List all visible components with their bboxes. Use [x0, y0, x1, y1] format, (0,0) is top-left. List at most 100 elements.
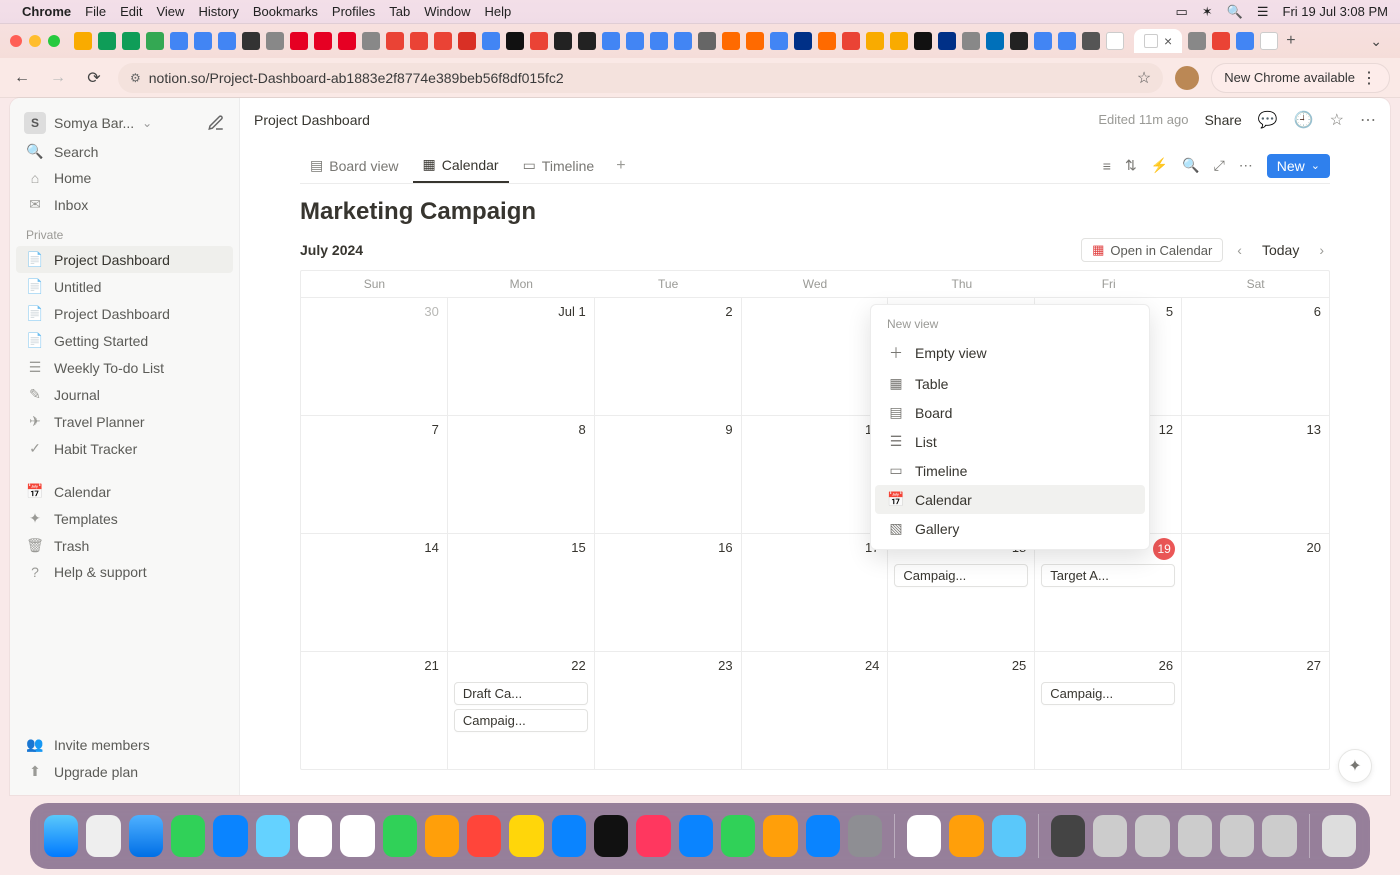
menu-file[interactable]: File: [85, 4, 106, 19]
pinned-tab[interactable]: [890, 32, 908, 50]
pinned-tab[interactable]: [650, 32, 668, 50]
sidebar-item-calendar[interactable]: 📅 Calendar: [16, 478, 233, 505]
breadcrumb[interactable]: Project Dashboard: [254, 112, 370, 128]
new-page-icon[interactable]: [207, 114, 225, 132]
bookmark-star-icon[interactable]: ☆: [1137, 68, 1151, 88]
window-traffic-lights[interactable]: [10, 35, 60, 47]
address-bar[interactable]: ⚙ notion.so/Project-Dashboard-ab1883e2f8…: [118, 63, 1163, 93]
pinned-tab[interactable]: [986, 32, 1004, 50]
sidebar-page-project-dashboard-2[interactable]: 📄 Project Dashboard: [16, 300, 233, 327]
dock-app-numbers[interactable]: [721, 815, 755, 857]
filter-icon[interactable]: ≡: [1103, 158, 1111, 174]
back-button[interactable]: ←: [10, 69, 34, 87]
pinned-tab[interactable]: [962, 32, 980, 50]
dock-app-messages[interactable]: [171, 815, 205, 857]
dock-recent[interactable]: [1093, 815, 1127, 857]
menu-profiles[interactable]: Profiles: [332, 4, 375, 19]
pinned-tab[interactable]: [410, 32, 428, 50]
pinned-tab[interactable]: [1058, 32, 1076, 50]
close-tab-icon[interactable]: ×: [1164, 33, 1172, 49]
pinned-tab[interactable]: [266, 32, 284, 50]
popup-option-calendar[interactable]: 📅Calendar: [875, 485, 1145, 514]
pinned-tab[interactable]: [1010, 32, 1028, 50]
calendar-cell[interactable]: 30: [301, 297, 448, 415]
dock-app-contacts[interactable]: [425, 815, 459, 857]
popup-option-gallery[interactable]: ▧Gallery: [875, 514, 1145, 543]
calendar-cell[interactable]: 24: [742, 651, 889, 769]
more-icon[interactable]: ⋯: [1360, 110, 1376, 130]
chrome-menu-icon[interactable]: ⋮: [1361, 68, 1377, 88]
popup-option-table[interactable]: ▦Table: [875, 369, 1145, 398]
calendar-event[interactable]: Target A...: [1041, 564, 1175, 587]
sidebar-item-search[interactable]: 🔍 Search: [16, 138, 233, 165]
calendar-cell[interactable]: 26Campaig...: [1035, 651, 1182, 769]
dock-recent[interactable]: [1178, 815, 1212, 857]
dock-app-safari[interactable]: [129, 815, 163, 857]
calendar-cell[interactable]: 18Campaig...: [888, 533, 1035, 651]
calendar-cell[interactable]: 10: [742, 415, 889, 533]
sidebar-page-weekly-todo[interactable]: ☰ Weekly To-do List: [16, 354, 233, 381]
pinned-tab[interactable]: [122, 32, 140, 50]
database-title[interactable]: Marketing Campaign: [300, 184, 1330, 234]
workspace-switcher[interactable]: S Somya Bar... ⌄: [16, 108, 233, 138]
calendar-event[interactable]: Draft Ca...: [454, 682, 588, 705]
dock-app-finder[interactable]: [44, 815, 78, 857]
more-icon[interactable]: ⋯: [1239, 157, 1253, 174]
dock-app-keynote[interactable]: [679, 815, 713, 857]
calendar-cell[interactable]: 22Draft Ca...Campaig...: [448, 651, 595, 769]
pinned-tab[interactable]: [458, 32, 476, 50]
pinned-tab[interactable]: [770, 32, 788, 50]
pinned-tab[interactable]: [482, 32, 500, 50]
calendar-event[interactable]: Campaig...: [454, 709, 588, 732]
dock-app-music[interactable]: [636, 815, 670, 857]
calendar-cell[interactable]: 2: [595, 297, 742, 415]
pinned-tab[interactable]: [1236, 32, 1254, 50]
calendar-cell[interactable]: 20: [1182, 533, 1329, 651]
pinned-tab[interactable]: [602, 32, 620, 50]
pinned-tab[interactable]: [146, 32, 164, 50]
dock-app-books[interactable]: [949, 815, 983, 857]
menu-bookmarks[interactable]: Bookmarks: [253, 4, 318, 19]
pinned-tab[interactable]: [674, 32, 692, 50]
sidebar-item-trash[interactable]: 🗑 Trash: [16, 532, 233, 559]
menu-window[interactable]: Window: [424, 4, 470, 19]
calendar-cell[interactable]: 14: [301, 533, 448, 651]
sidebar-item-invite[interactable]: 👥 Invite members: [16, 731, 233, 758]
sidebar-page-travel-planner[interactable]: ✈ Travel Planner: [16, 408, 233, 435]
reload-button[interactable]: ⟳: [82, 68, 106, 88]
dock-trash[interactable]: [1322, 815, 1356, 857]
dock-app-photos[interactable]: [298, 815, 332, 857]
close-window-icon[interactable]: [10, 35, 22, 47]
calendar-cell[interactable]: 3: [742, 297, 889, 415]
new-entry-button[interactable]: New ⌄: [1267, 154, 1330, 178]
next-month-button[interactable]: ›: [1313, 240, 1330, 260]
sort-icon[interactable]: ⇅: [1125, 157, 1137, 174]
view-tab-timeline[interactable]: ▭ Timeline: [513, 149, 605, 182]
pinned-tab[interactable]: [98, 32, 116, 50]
sidebar-page-journal[interactable]: ✎ Journal: [16, 381, 233, 408]
popup-option-board[interactable]: ▤Board: [875, 398, 1145, 427]
dock-app-freeform[interactable]: [552, 815, 586, 857]
popup-option-list[interactable]: ☰List: [875, 427, 1145, 456]
pinned-tab[interactable]: [242, 32, 260, 50]
pinned-tab[interactable]: [698, 32, 716, 50]
calendar-cell[interactable]: 19Target A...: [1035, 533, 1182, 651]
pinned-tab[interactable]: [1260, 32, 1278, 50]
sidebar-item-upgrade[interactable]: ⬆ Upgrade plan: [16, 758, 233, 785]
calendar-cell[interactable]: 16: [595, 533, 742, 651]
sidebar-item-templates[interactable]: ✦ Templates: [16, 505, 233, 532]
calendar-cell[interactable]: 23: [595, 651, 742, 769]
share-button[interactable]: Share: [1204, 112, 1241, 128]
calendar-event[interactable]: Campaig...: [894, 564, 1028, 587]
dock-recent[interactable]: [1262, 815, 1296, 857]
chrome-update-chip[interactable]: New Chrome available ⋮: [1211, 63, 1390, 93]
popup-option-empty-view[interactable]: ＋Empty view: [875, 337, 1145, 369]
pinned-tab[interactable]: [314, 32, 332, 50]
dock-recent[interactable]: [1220, 815, 1254, 857]
sidebar-item-home[interactable]: ⌂ Home: [16, 165, 233, 191]
dock-app-maps[interactable]: [256, 815, 290, 857]
calendar-cell[interactable]: 27: [1182, 651, 1329, 769]
pinned-tab[interactable]: [386, 32, 404, 50]
battery-icon[interactable]: ▭: [1175, 4, 1187, 20]
calendar-cell[interactable]: 15: [448, 533, 595, 651]
